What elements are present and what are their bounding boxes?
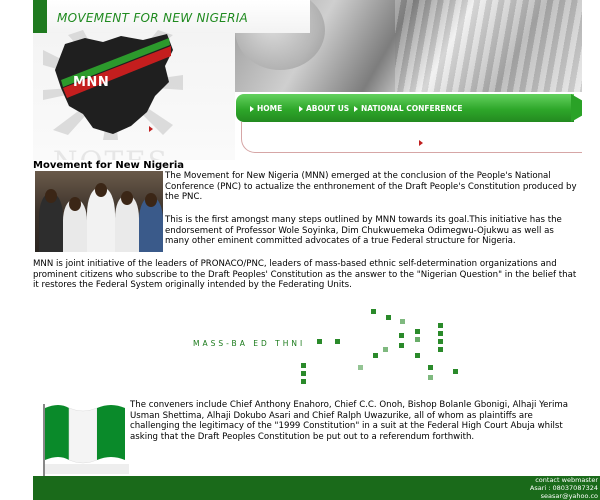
nav-home-link[interactable]: HOME	[250, 104, 282, 113]
green-square	[438, 347, 443, 352]
green-square	[438, 331, 443, 336]
green-square	[428, 375, 433, 380]
watermark-text: NOTES	[53, 145, 169, 160]
green-square	[301, 371, 306, 376]
green-square	[438, 339, 443, 344]
main-nav-bar: HOME ABOUT US NATIONAL CONFERENCE	[236, 94, 574, 122]
contact-phone: Asari : 08037087324	[529, 484, 598, 492]
green-square	[371, 309, 376, 314]
red-bullet-icon	[419, 140, 423, 146]
green-square	[400, 319, 405, 324]
nav-arrow-icon	[250, 106, 254, 112]
site-header-banner: NOTES MOVEMENT FOR NEW NIGERIA MNN HOME …	[33, 0, 582, 160]
green-square	[438, 323, 443, 328]
site-footer: contact webmaster Asari : 08037087324 se…	[33, 476, 600, 500]
title-strip: MOVEMENT FOR NEW NIGERIA	[33, 0, 310, 33]
contact-webmaster-link[interactable]: contact webmaster	[530, 476, 598, 484]
green-square	[301, 363, 306, 368]
green-square	[428, 365, 433, 370]
flag-white	[68, 407, 98, 464]
nigeria-map-logo[interactable]	[43, 30, 183, 140]
nav-conference-link[interactable]: NATIONAL CONFERENCE	[354, 104, 462, 113]
green-square	[317, 339, 322, 344]
conveners-paragraph: The conveners include Chief Anthony Enah…	[130, 400, 569, 442]
mass-based-text: MASS-BA ED THNI	[193, 339, 306, 348]
contact-info: contact webmaster Asari : 08037087324 se…	[530, 476, 598, 500]
initiative-paragraph: MNN is joint initiative of the leaders o…	[33, 259, 577, 290]
mnn-logo-text: MNN	[73, 75, 110, 90]
flag-left-green	[45, 405, 69, 460]
person-head	[69, 197, 81, 211]
flag-right-green	[97, 405, 125, 460]
site-title: MOVEMENT FOR NEW NIGERIA	[57, 11, 249, 25]
green-square	[373, 353, 378, 358]
green-square	[358, 365, 363, 370]
building-glass-image	[395, 0, 582, 92]
page-heading: Movement for New Nigeria	[33, 160, 185, 171]
nav-arrow-icon	[354, 106, 358, 112]
nav-decorative-curve	[241, 122, 582, 153]
green-square	[386, 315, 391, 320]
person-head	[95, 183, 107, 197]
green-square	[335, 339, 340, 344]
nav-about-link[interactable]: ABOUT US	[299, 104, 349, 113]
person-head	[45, 189, 57, 203]
nav-arrow-icon	[299, 106, 303, 112]
person-figure	[87, 188, 115, 252]
green-square	[415, 337, 420, 342]
nav-conference-label: NATIONAL CONFERENCE	[361, 104, 463, 113]
title-accent-bar	[33, 0, 47, 33]
green-square	[415, 329, 420, 334]
nigerian-flag-icon	[43, 404, 129, 478]
green-square	[415, 353, 420, 358]
flag-shadow	[45, 464, 129, 474]
pencil-tip-icon	[571, 94, 582, 122]
red-bullet-icon	[149, 126, 153, 132]
green-square	[399, 343, 404, 348]
flag-pole	[43, 404, 45, 478]
mass-based-ethnic-graphic: MASS-BA ED THNI	[183, 303, 463, 393]
leaders-group-photo	[35, 171, 163, 252]
green-square	[453, 369, 458, 374]
person-head	[145, 193, 157, 207]
nav-home-label: HOME	[257, 104, 283, 113]
person-head	[121, 191, 133, 205]
green-square	[301, 379, 306, 384]
nav-about-label: ABOUT US	[306, 104, 350, 113]
green-square	[399, 333, 404, 338]
endorsement-paragraph: This is the first amongst many steps out…	[165, 215, 562, 246]
green-square	[383, 347, 388, 352]
intro-paragraph: The Movement for New Nigeria (MNN) emerg…	[165, 171, 577, 202]
contact-email-link[interactable]: seasar@yahoo.co	[530, 492, 598, 500]
